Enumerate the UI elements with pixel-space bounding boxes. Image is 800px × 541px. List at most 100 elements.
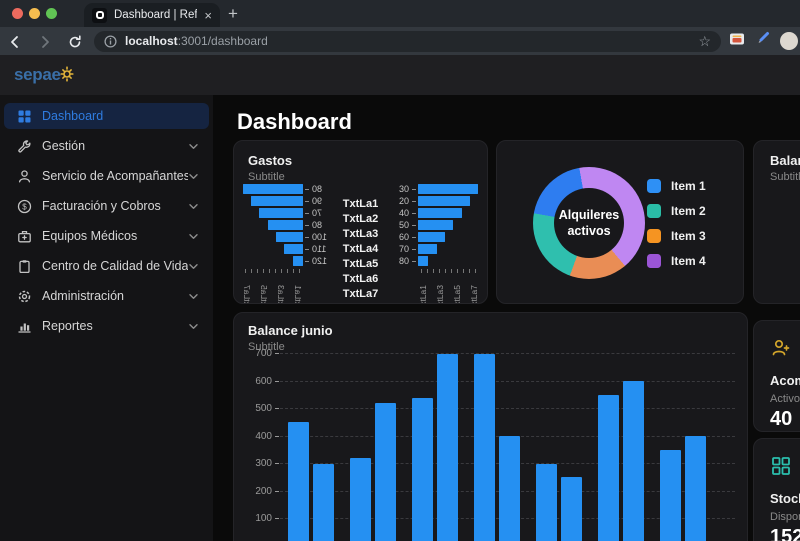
funnel-axis-label: TxtLa5	[452, 285, 463, 304]
clipboard-icon	[16, 258, 32, 274]
bar	[412, 397, 433, 541]
y-axis-tick	[275, 353, 279, 354]
url-path: :3001/dashboard	[177, 34, 268, 48]
donut-center-line2: activos	[567, 224, 611, 238]
chevron-down-icon	[188, 321, 199, 332]
bar	[598, 394, 619, 541]
site-info-icon[interactable]	[104, 34, 117, 48]
refine-favicon-icon	[92, 7, 107, 23]
funnel-axis-label: TxtLa3	[275, 285, 286, 304]
chevron-down-icon	[188, 261, 199, 272]
alquileres-card: Alquileres activos Item 1 Item 2 Item 3 Ite…	[496, 140, 744, 304]
legend-swatch	[647, 254, 661, 268]
y-axis-tick	[275, 463, 279, 464]
new-tab-button[interactable]: +	[228, 3, 238, 25]
balance-junio-card: Balance junio Subtitle 700 600 500 400 300 20…	[233, 312, 748, 541]
legend-swatch	[647, 204, 661, 218]
gastos-right-funnel: 30 20 40 50 60 70 80 TxtLa1 TxtLa3 TxtLa5 TxtLa7	[382, 183, 479, 303]
gastos-card: Gastos Subtitle 80 90 70 80 100 110 120 TxtLa1 T…	[233, 140, 488, 304]
funnel-bar	[276, 232, 303, 242]
funnel-tick-label: 80	[398, 256, 409, 266]
user-add-icon	[772, 339, 790, 356]
bar	[623, 381, 644, 541]
browser-tab[interactable]: Dashboard | Refine ×	[84, 3, 220, 27]
sidebar-item-label: Servicio de Acompañantes	[42, 169, 188, 183]
legend-swatch	[647, 229, 661, 243]
donut-center-label: Alquileres activos	[554, 188, 624, 258]
funnel-bar	[243, 184, 303, 194]
funnel-axis-label: TxtLa1	[418, 285, 428, 304]
sidebar-item-facturación-y-cobros[interactable]: $ Facturación y Cobros	[4, 193, 209, 219]
user-icon	[16, 168, 32, 184]
funnel-tick-label: 70	[312, 208, 323, 218]
acompanantes-card: Acompañantes Activos 40	[753, 320, 800, 432]
bar	[474, 353, 495, 541]
funnel-axis-labels: TxtLa1 TxtLa3 TxtLa5 TxtLa7	[242, 275, 303, 304]
sidebar-item-centro-de-calidad-de-vida[interactable]: Centro de Calidad de Vida	[4, 253, 209, 279]
stock-value: 1520	[770, 526, 800, 541]
legend-item[interactable]: Item 2	[647, 204, 706, 218]
address-bar[interactable]: localhost:3001/dashboard ☆	[94, 30, 721, 52]
dashboard-grid-icon	[16, 108, 32, 124]
app-header: sepae	[0, 55, 800, 95]
funnel-tick-mark	[305, 260, 309, 262]
sidebar-item-label: Administración	[42, 289, 124, 303]
y-axis-tick	[275, 518, 279, 519]
sidebar-item-equipos-médicos[interactable]: Equipos Médicos	[4, 223, 209, 249]
y-axis-label: 600	[255, 375, 272, 387]
funnel-bar	[418, 256, 429, 266]
gear-icon	[16, 288, 32, 304]
reload-icon[interactable]	[60, 33, 90, 49]
dollar-circle-icon: $	[16, 198, 32, 214]
sidebar-item-dashboard[interactable]: Dashboard	[4, 103, 209, 129]
sidebar: Dashboard Gestión Servicio de Acompañantes…	[0, 95, 213, 541]
legend-item[interactable]: Item 4	[647, 254, 706, 268]
bookmark-star-icon[interactable]: ☆	[698, 34, 711, 48]
tab-title: Dashboard | Refine	[114, 9, 198, 21]
tab-close-icon[interactable]: ×	[204, 9, 212, 22]
acompanantes-title: Acompañantes	[770, 373, 800, 388]
back-icon[interactable]	[0, 33, 30, 49]
legend-item[interactable]: Item 3	[647, 229, 706, 243]
balance-junio-subtitle: Subtitle	[248, 341, 285, 353]
legend-label: Item 4	[671, 254, 706, 268]
close-window-button[interactable]	[12, 7, 23, 19]
gastos-series-label: TxtLa3	[342, 228, 379, 240]
sidebar-item-servicio-de-acompañantes[interactable]: Servicio de Acompañantes	[4, 163, 209, 189]
sidebar-item-label: Reportes	[42, 319, 93, 333]
sidebar-item-administración[interactable]: Administración	[4, 283, 209, 309]
minimize-window-button[interactable]	[29, 7, 40, 19]
funnel-axis-label: TxtLa3	[435, 285, 446, 304]
y-axis-tick	[275, 490, 279, 492]
funnel-tick-mark	[412, 224, 416, 226]
funnel-tick-label: 20	[398, 196, 409, 206]
funnel-row: 70	[382, 243, 479, 255]
app-logo[interactable]: sepae	[14, 65, 61, 85]
browser-profile-avatar[interactable]	[780, 32, 798, 50]
bar	[313, 463, 334, 541]
funnel-bar	[284, 244, 303, 254]
medical-bag-icon	[16, 228, 32, 244]
browser-toolbar: localhost:3001/dashboard ☆	[0, 27, 800, 55]
sidebar-item-reportes[interactable]: Reportes	[4, 313, 209, 339]
funnel-row: 30	[382, 183, 479, 195]
bar	[660, 449, 681, 541]
funnel-tick-label: 120	[312, 256, 328, 266]
funnel-tick-mark	[412, 248, 416, 250]
sidebar-item-gestión[interactable]: Gestión	[4, 133, 209, 159]
gastos-center-labels: TxtLa1 TxtLa2 TxtLa3 TxtLa4 TxtLa5 TxtLa6 TxtL…	[339, 183, 382, 300]
funnel-tick-label: 80	[312, 220, 323, 230]
pen-extension-icon[interactable]	[755, 31, 770, 51]
extension-icon[interactable]	[729, 32, 745, 51]
gastos-card-subtitle: Subtitle	[248, 171, 285, 183]
gastos-series-label: TxtLa1	[342, 198, 379, 210]
y-axis-tick	[275, 408, 279, 409]
funnel-tick-label: 70	[398, 244, 409, 254]
url-text[interactable]: localhost:3001/dashboard	[125, 34, 690, 48]
gastos-series-label: TxtLa7	[342, 288, 379, 300]
funnel-tick-label: 50	[398, 220, 409, 230]
zoom-window-button[interactable]	[46, 7, 57, 19]
forward-icon[interactable]	[30, 33, 60, 49]
chevron-down-icon	[188, 291, 199, 302]
legend-item[interactable]: Item 1	[647, 179, 706, 193]
